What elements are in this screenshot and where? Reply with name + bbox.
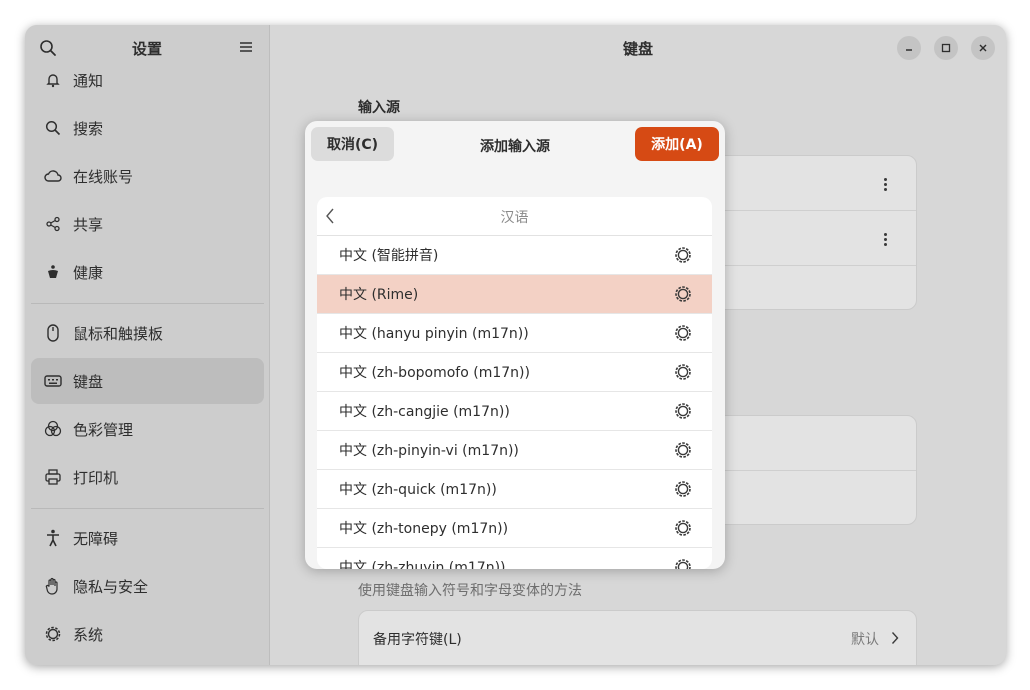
sidebar-item-accessibility[interactable]: 无障碍 [31,515,264,561]
special-entry-description: 使用键盘输入符号和字母变体的方法 [358,583,582,599]
sidebar-item-printers[interactable]: 打印机 [31,454,264,500]
sidebar-item-search[interactable]: 搜索 [31,105,264,151]
more-options-icon[interactable] [884,231,888,248]
keyboard-icon [43,371,63,391]
sidebar-item-label: 色彩管理 [73,420,134,439]
maximize-button[interactable] [934,36,958,60]
list-header: 汉语 [317,197,712,236]
health-icon [43,262,63,282]
settings-gear-icon[interactable] [674,519,692,537]
chevron-right-icon [891,632,899,644]
share-icon [43,214,63,234]
input-source-row[interactable]: 中文 (Rime) [317,275,712,314]
settings-gear-icon[interactable] [674,441,692,459]
mouse-icon [43,323,63,343]
maximize-icon [941,43,951,53]
sidebar: 设置 通知 搜索 在线账号 共享 健康 鼠标和触摸板 键盘 色彩管理 打印机 无… [25,25,270,665]
sidebar-item-color[interactable]: 色彩管理 [31,406,264,452]
search-icon [43,118,63,138]
sidebar-item-label: 在线账号 [73,167,134,186]
input-source-label: 中文 (zh-bopomofo (m17n)) [339,365,530,381]
input-source-row[interactable]: 中文 (zh-quick (m17n)) [317,470,712,509]
page-title: 键盘 [622,40,653,58]
cloud-icon [43,166,63,186]
input-source-row[interactable]: 中文 (智能拼音) [317,236,712,275]
add-input-source-dialog: 取消(C) 添加输入源 添加(A) 汉语 中文 (智能拼音) 中文 (Rime) 中… [305,121,725,569]
settings-gear-icon[interactable] [674,480,692,498]
input-source-label: 中文 (zh-pinyin-vi (m17n)) [339,443,519,459]
accessibility-icon [43,528,63,548]
input-source-label: 中文 (zh-zhuyin (m17n)) [339,560,506,569]
settings-gear-icon[interactable] [674,363,692,381]
alternate-key-value: 默认 [851,632,879,648]
sidebar-item-mouse[interactable]: 鼠标和触摸板 [31,310,264,356]
sidebar-item-online-accounts[interactable]: 在线账号 [31,153,264,199]
hand-icon [43,576,63,596]
sidebar-item-label: 无障碍 [73,529,119,548]
input-source-row[interactable]: 中文 (zh-cangjie (m17n)) [317,392,712,431]
sidebar-item-label: 搜索 [73,119,104,138]
sidebar-item-health[interactable]: 健康 [31,249,264,295]
bell-icon [43,70,63,90]
settings-gear-icon[interactable] [674,402,692,420]
hamburger-menu-icon[interactable] [237,38,255,56]
more-options-icon[interactable] [884,176,888,193]
gear-icon [43,624,63,644]
alternate-key-label: 备用字符键(L) [373,632,462,648]
close-icon [979,44,987,52]
sidebar-item-label: 打印机 [73,468,119,487]
input-source-label: 中文 (Rime) [339,287,419,303]
input-source-row[interactable]: 中文 (hanyu pinyin (m17n)) [317,314,712,353]
sidebar-item-label: 通知 [73,71,104,90]
settings-gear-icon[interactable] [674,285,692,303]
settings-gear-icon[interactable] [674,324,692,342]
input-source-label: 中文 (zh-tonepy (m17n)) [339,521,509,537]
color-icon [43,419,63,439]
input-sources-heading: 输入源 [358,100,400,116]
language-title: 汉语 [500,210,529,226]
sidebar-item-label: 鼠标和触摸板 [73,324,164,343]
settings-gear-icon[interactable] [674,558,692,569]
sidebar-item-label: 系统 [73,625,104,644]
minimize-button[interactable] [897,36,921,60]
sidebar-item-label: 键盘 [73,372,104,391]
sidebar-divider [31,303,264,304]
input-source-row[interactable]: 中文 (zh-tonepy (m17n)) [317,509,712,548]
input-source-label: 中文 (zh-cangjie (m17n)) [339,404,510,420]
close-button[interactable] [971,36,995,60]
sidebar-item-notifications[interactable]: 通知 [31,57,264,103]
settings-gear-icon[interactable] [674,246,692,264]
sidebar-divider [31,508,264,509]
minimize-icon [906,49,912,51]
input-source-row[interactable]: 中文 (zh-bopomofo (m17n)) [317,353,712,392]
sidebar-item-label: 隐私与安全 [73,577,149,596]
sidebar-item-label: 健康 [73,263,104,282]
sidebar-title: 设置 [131,40,162,58]
sidebar-item-system[interactable]: 系统 [31,611,264,657]
input-source-label: 中文 (hanyu pinyin (m17n)) [339,326,529,342]
sidebar-item-keyboard[interactable]: 键盘 [31,358,264,404]
input-source-label: 中文 (zh-quick (m17n)) [339,482,497,498]
input-source-label: 中文 (智能拼音) [339,248,439,264]
sidebar-item-privacy[interactable]: 隐私与安全 [31,563,264,609]
add-button[interactable]: 添加(A) [635,127,719,161]
alternate-chars-card[interactable]: 备用字符键(L) 默认 [358,610,917,665]
sidebar-item-sharing[interactable]: 共享 [31,201,264,247]
input-source-list: 汉语 中文 (智能拼音) 中文 (Rime) 中文 (hanyu pinyin (m… [317,197,712,569]
input-source-row[interactable]: 中文 (zh-zhuyin (m17n)) [317,548,712,569]
sidebar-item-label: 共享 [73,215,104,234]
printer-icon [43,467,63,487]
input-source-row[interactable]: 中文 (zh-pinyin-vi (m17n)) [317,431,712,470]
